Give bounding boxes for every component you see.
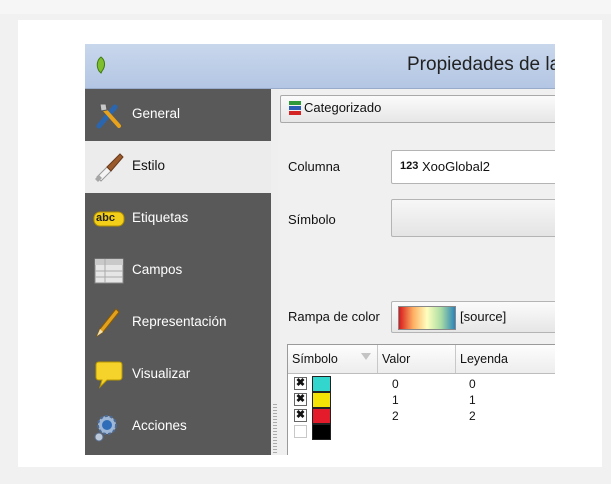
sidebar-item-general[interactable]: General (85, 89, 271, 141)
row-checkbox[interactable]: ✖ (294, 409, 307, 422)
symbol-swatch[interactable] (312, 376, 331, 392)
page-top-strip (0, 0, 611, 14)
sidebar-item-label: Campos (132, 262, 183, 277)
sidebar-item-label: Acciones (132, 418, 187, 433)
row-checkbox[interactable] (294, 425, 307, 438)
numeric-field-type-badge: 123 (400, 160, 419, 172)
sidebar-item-acciones[interactable]: Acciones (85, 401, 271, 453)
sidebar-item-visualizar[interactable]: Visualizar (85, 349, 271, 401)
qgis-app-icon (96, 56, 105, 74)
row-value: 0 (392, 377, 399, 391)
renderer-type-select[interactable]: Categorizado (280, 95, 555, 123)
column-value: XooGlobal2 (422, 159, 490, 174)
sidebar-item-label: Estilo (132, 158, 166, 173)
color-ramp-select[interactable]: [source] (391, 301, 555, 333)
symbol-label: Símbolo (288, 212, 336, 227)
table-row[interactable]: ✖ 0 0 (288, 376, 555, 392)
row-legend: 2 (469, 409, 476, 423)
sidebar-item-etiquetas[interactable]: abc Etiquetas (85, 193, 271, 245)
color-ramp-value: [source] (460, 309, 507, 324)
sidebar-item-label: Etiquetas (132, 210, 189, 225)
paintbrush-icon (95, 153, 124, 182)
table-row[interactable] (288, 424, 555, 440)
pen-icon (95, 308, 120, 338)
row-legend: 1 (469, 393, 476, 407)
style-panel: Categorizado Columna 123 XooGlobal2 Símb… (278, 89, 555, 455)
window-title: Propiedades de la (407, 54, 555, 75)
symbol-swatch[interactable] (312, 424, 331, 440)
sidebar-item-label: General (132, 106, 181, 121)
speech-bubble-icon (95, 361, 123, 389)
header-simbolo[interactable]: Símbolo (288, 345, 378, 373)
header-valor[interactable]: Valor (378, 345, 456, 373)
layer-properties-window: Propiedades de la General Estilo abc Eti… (85, 44, 555, 455)
sidebar-item-representacion[interactable]: Representación (85, 297, 271, 349)
symbol-swatch[interactable] (312, 392, 331, 408)
row-value: 1 (392, 393, 399, 407)
tools-icon (96, 103, 121, 129)
sidebar-item-estilo[interactable]: Estilo (85, 141, 271, 193)
table-row[interactable]: ✖ 2 2 (288, 408, 555, 424)
renderer-type-value: Categorizado (304, 100, 382, 115)
color-ramp-label: Rampa de color (288, 309, 380, 324)
sort-indicator-icon (361, 353, 371, 360)
symbol-button[interactable] (391, 199, 555, 237)
row-checkbox[interactable]: ✖ (294, 393, 307, 406)
row-legend: 0 (469, 377, 476, 391)
sidebar-item-campos[interactable]: Campos (85, 245, 271, 297)
row-checkbox[interactable]: ✖ (294, 377, 307, 390)
categorized-renderer-icon (289, 101, 301, 115)
column-select[interactable]: 123 XooGlobal2 (391, 150, 555, 184)
gears-icon (94, 415, 117, 442)
table-header: Símbolo Valor Leyenda (288, 345, 555, 374)
column-label: Columna (288, 159, 341, 174)
splitter-handle[interactable] (273, 404, 277, 454)
title-bar: Propiedades de la (85, 44, 555, 89)
sidebar-item-label: Visualizar (132, 366, 191, 381)
table-row[interactable]: ✖ 1 1 (288, 392, 555, 408)
categories-table[interactable]: Símbolo Valor Leyenda ✖ 0 0 ✖ 1 1 ✖ 2 2 (287, 344, 555, 455)
sidebar-item-label: Representación (132, 314, 227, 329)
row-value: 2 (392, 409, 399, 423)
header-leyenda[interactable]: Leyenda (456, 345, 555, 373)
abc-badge-text: abc (96, 212, 115, 224)
symbol-swatch[interactable] (312, 408, 331, 424)
table-icon (94, 258, 124, 284)
properties-sidebar: General Estilo abc Etiquetas Campos Repr… (85, 89, 271, 455)
color-ramp-preview (398, 306, 456, 330)
